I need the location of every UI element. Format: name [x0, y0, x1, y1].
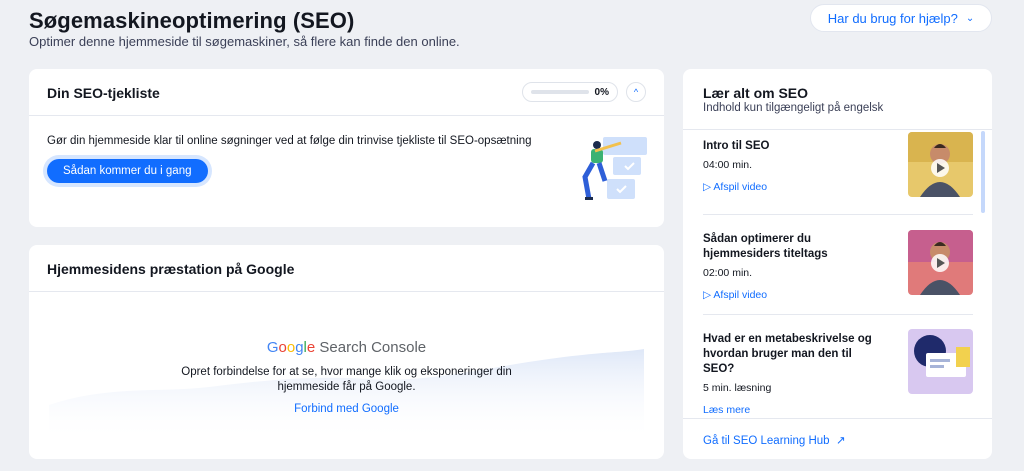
lesson-divider — [703, 214, 973, 215]
lesson-title: Intro til SEO — [703, 140, 770, 152]
lesson-item[interactable]: Hvad er en metabeskrivelse og hvordan br… — [703, 329, 975, 416]
article-thumbnail[interactable] — [908, 329, 973, 394]
progress-track — [531, 90, 589, 94]
lesson-item[interactable]: Sådan optimerer du hjemmesiders titeltag… — [703, 230, 975, 301]
google-wordmark: Google — [266, 339, 316, 356]
video-thumbnail[interactable] — [908, 230, 973, 295]
page-subtitle: Optimer denne hjemmeside til søgemaskine… — [29, 34, 460, 49]
connect-google-link[interactable]: Forbind med Google — [29, 403, 664, 415]
checklist-illustration — [582, 137, 647, 200]
checklist-description: Gør din hjemmeside klar til online søgni… — [47, 135, 532, 147]
lesson-divider — [703, 314, 973, 315]
scrollbar[interactable] — [981, 131, 985, 213]
help-button[interactable]: Har du brug for hjælp? ⌄ — [810, 4, 992, 32]
chevron-down-icon: ⌄ — [965, 12, 975, 24]
read-more-link[interactable]: Læs mere — [703, 404, 975, 416]
learn-seo-card: Lær alt om SEO Indhold kun tilgængeligt … — [683, 69, 992, 459]
divider — [683, 129, 992, 130]
external-link-icon: ↗ — [832, 435, 846, 447]
checklist-progress: 0% — [522, 82, 618, 102]
performance-description: Opret forbindelse for at se, hvor mange … — [29, 365, 664, 395]
performance-description-line2: hjemmeside får på Google. — [277, 381, 416, 393]
get-started-button[interactable]: Sådan kommer du i gang — [47, 159, 208, 183]
play-icon: ▷ — [703, 181, 714, 193]
learn-title: Lær alt om SEO — [703, 85, 809, 101]
seo-checklist-card: Din SEO-tjekliste 0% ^ Gør din hjemmesid… — [29, 69, 664, 227]
seo-learning-hub-link[interactable]: Gå til SEO Learning Hub ↗ — [703, 433, 846, 447]
search-console-wordmark: Search Console — [315, 339, 427, 356]
divider — [29, 291, 664, 292]
lesson-title: Sådan optimerer du hjemmesiders titeltag… — [703, 233, 828, 260]
video-thumbnail[interactable] — [908, 132, 973, 197]
collapse-button[interactable]: ^ — [626, 82, 646, 102]
performance-title: Hjemmesidens præstation på Google — [47, 261, 295, 277]
checklist-title: Din SEO-tjekliste — [47, 85, 160, 101]
progress-percent: 0% — [594, 86, 609, 98]
learn-subtitle: Indhold kun tilgængeligt på engelsk — [703, 102, 884, 114]
divider — [29, 115, 664, 116]
google-search-console-logo: Google Search Console — [29, 339, 664, 356]
performance-description-line1: Opret forbindelse for at se, hvor mange … — [181, 366, 512, 378]
start-button-focus-ring: Sådan kommer du i gang — [43, 155, 212, 187]
chevron-up-icon: ^ — [633, 87, 639, 97]
play-icon: ▷ — [703, 289, 714, 301]
divider — [683, 418, 992, 419]
lesson-title: Hvad er en metabeskrivelse og hvordan br… — [703, 333, 872, 375]
help-button-label: Har du brug for hjælp? — [827, 10, 958, 26]
page-title: Søgemaskineoptimering (SEO) — [29, 8, 355, 33]
google-performance-card: Hjemmesidens præstation på Google Google… — [29, 245, 664, 459]
lesson-item[interactable]: Intro til SEO 04:00 min. ▷ Afspil video — [703, 132, 975, 197]
